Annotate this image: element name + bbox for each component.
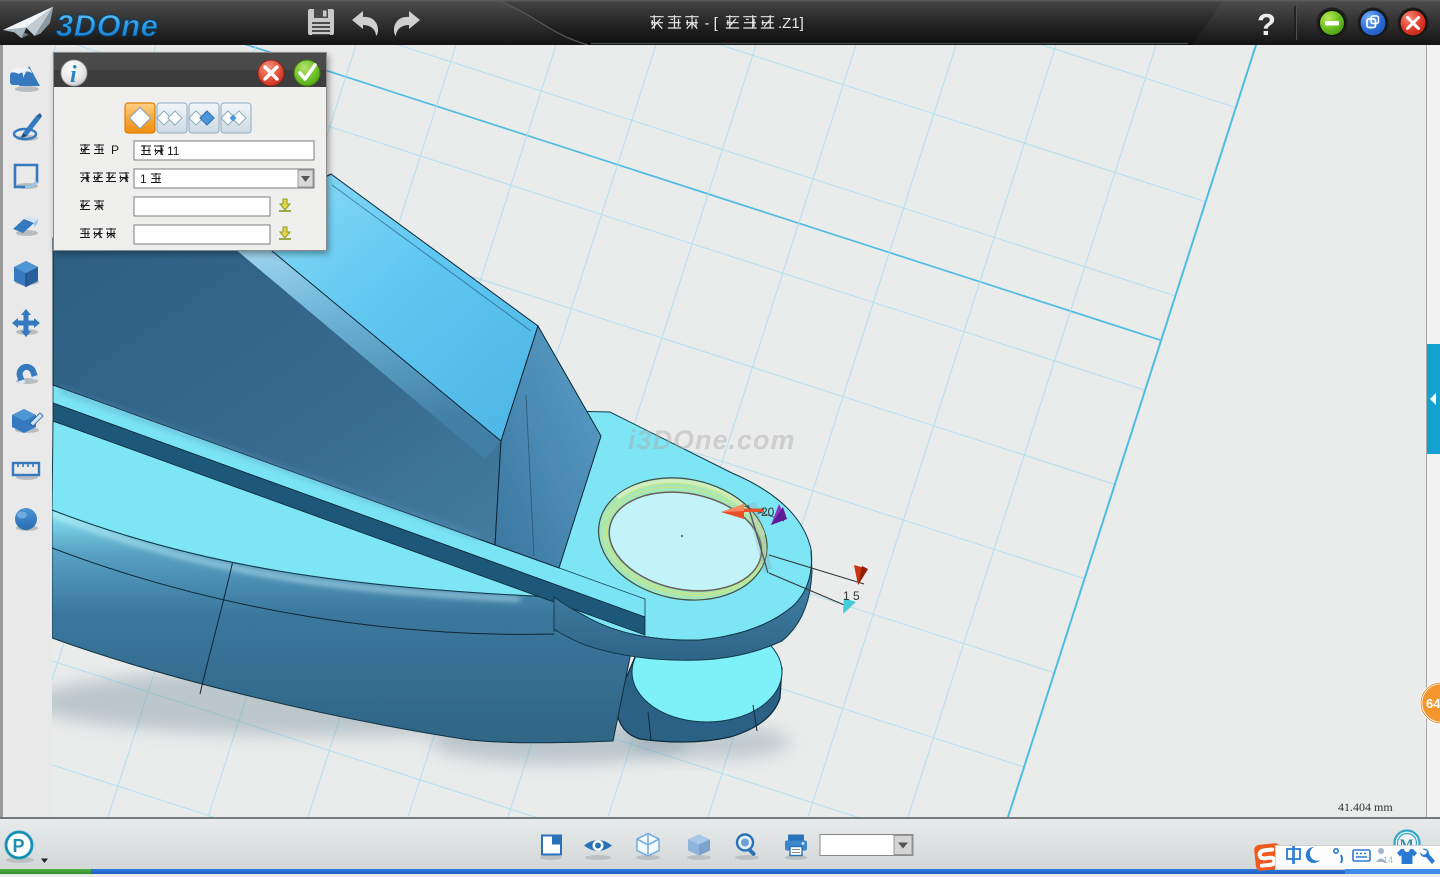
svg-text:-20: -20 — [757, 505, 775, 519]
svg-text:?: ? — [1257, 7, 1276, 42]
svg-text:14: 14 — [1383, 855, 1393, 865]
svg-text:64: 64 — [1426, 696, 1440, 711]
svg-text:1 5: 1 5 — [843, 589, 860, 603]
svg-text:i3DOne.com: i3DOne.com — [628, 425, 796, 455]
svg-text:11: 11 — [167, 144, 180, 158]
svg-text:3DOne: 3DOne — [56, 8, 158, 43]
svg-text:i: i — [70, 62, 77, 88]
svg-text:P: P — [13, 836, 25, 856]
svg-text:.Z1]: .Z1] — [778, 15, 804, 32]
svg-text:1: 1 — [140, 172, 147, 186]
svg-text:P: P — [111, 143, 119, 157]
svg-text:- [: - [ — [705, 15, 719, 32]
